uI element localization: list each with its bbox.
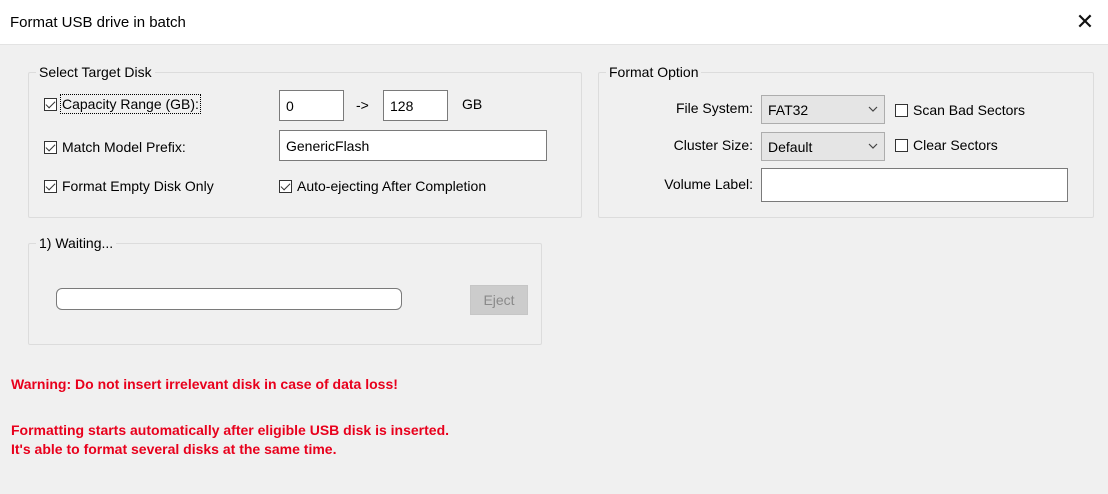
multi-disk-note: It's able to format several disks at the… [11, 441, 337, 457]
capacity-range-label: Capacity Range (GB): [60, 94, 201, 114]
capacity-arrow: -> [356, 97, 369, 113]
match-model-check [44, 140, 57, 154]
file-system-value: FAT32 [768, 101, 809, 118]
clear-sectors-label: Clear Sectors [913, 137, 998, 153]
cluster-size-select[interactable]: Default [761, 132, 885, 161]
scan-bad-sectors-label: Scan Bad Sectors [913, 102, 1026, 118]
group-legend-target: Select Target Disk [36, 64, 155, 80]
volume-label-label: Volume Label: [664, 176, 753, 192]
file-system-label: File System: [675, 100, 753, 116]
eject-button-label: Eject [483, 292, 515, 308]
format-empty-only-label: Format Empty Disk Only [62, 178, 214, 194]
capacity-max-input[interactable] [383, 90, 448, 121]
auto-eject-label: Auto-ejecting After Completion [297, 178, 487, 194]
format-progress-bar [56, 288, 402, 310]
window-title: Format USB drive in batch [10, 14, 186, 31]
match-model-checkbox[interactable]: Match Model Prefix: [44, 139, 186, 155]
capacity-min-input[interactable] [279, 90, 344, 121]
slot-status-label: 1) Waiting... [36, 235, 117, 251]
close-icon: ✕ [1075, 9, 1095, 34]
format-empty-only-checkbox[interactable]: Format Empty Disk Only [44, 178, 214, 194]
auto-eject-check [279, 179, 292, 193]
title-bar: Format USB drive in batch ✕ [0, 0, 1108, 45]
auto-format-note: Formatting starts automatically after el… [11, 422, 450, 438]
scan-bad-sectors-check [895, 103, 908, 117]
file-system-select[interactable]: FAT32 [761, 95, 885, 124]
cluster-size-value: Default [768, 138, 813, 155]
auto-eject-checkbox[interactable]: Auto-ejecting After Completion [279, 178, 486, 194]
data-loss-warning: Warning: Do not insert irrelevant disk i… [11, 376, 398, 392]
match-model-label: Match Model Prefix: [62, 139, 186, 155]
capacity-unit: GB [462, 96, 483, 112]
volume-label-input[interactable] [761, 168, 1068, 202]
close-button[interactable]: ✕ [1062, 0, 1108, 44]
model-prefix-input[interactable] [279, 130, 547, 161]
eject-button[interactable]: Eject [470, 285, 528, 315]
chevron-down-icon [868, 106, 878, 112]
chevron-down-icon [868, 143, 878, 149]
clear-sectors-check [895, 138, 908, 152]
clear-sectors-checkbox[interactable]: Clear Sectors [895, 137, 998, 153]
capacity-range-check [44, 97, 57, 111]
format-empty-only-check [44, 179, 57, 193]
capacity-range-checkbox[interactable]: Capacity Range (GB): [44, 94, 201, 114]
group-legend-format: Format Option [606, 64, 702, 80]
cluster-size-label: Cluster Size: [673, 137, 753, 153]
scan-bad-sectors-checkbox[interactable]: Scan Bad Sectors [895, 102, 1025, 118]
